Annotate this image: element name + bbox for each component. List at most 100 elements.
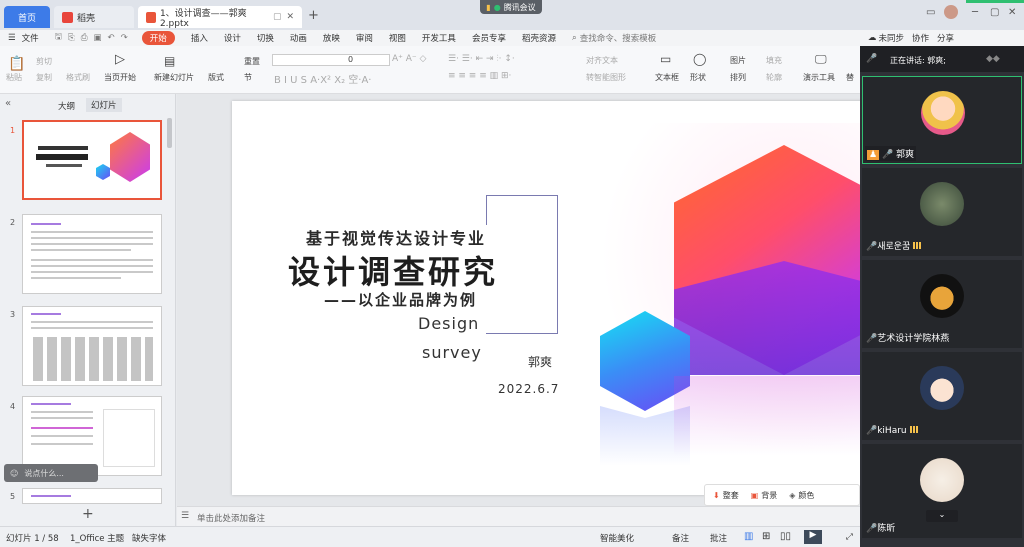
undo-icon[interactable]: ↶ (108, 33, 115, 43)
new-slide-button[interactable]: 新建幻灯片 (154, 72, 194, 83)
font-size-select[interactable]: 0 (348, 55, 353, 64)
present-tools-button[interactable]: 演示工具 (803, 72, 835, 83)
slide-survey-word[interactable]: survey (422, 343, 482, 362)
normal-view-icon[interactable]: ▥ (744, 531, 753, 542)
reset-button[interactable]: 重置 (244, 56, 260, 67)
slide-editor[interactable]: 基于视觉传达设计专业 设计调查研究 ——以企业品牌为例 Design surve… (232, 101, 894, 495)
meeting-indicator[interactable]: ▮ ● 腾讯会议 (480, 0, 542, 14)
align-icons[interactable]: ≡ ≡ ≡ ≡ ▥ ⊞· (448, 71, 511, 81)
play-slideshow-icon[interactable]: ▶ (804, 530, 822, 544)
slide-main-title[interactable]: 设计调查研究 (288, 247, 498, 293)
thumb-scrollbar[interactable] (167, 118, 172, 148)
sorter-view-icon[interactable]: ⊞ (762, 531, 770, 542)
slide-thumb-3[interactable] (22, 306, 162, 386)
textbox-button[interactable]: 文本框 (655, 72, 679, 83)
copy-button[interactable]: 复制 (36, 72, 52, 83)
slide-thumb-5[interactable] (22, 488, 162, 504)
float-background-button[interactable]: 背景 (761, 490, 777, 501)
minimize-icon[interactable]: ─ (972, 7, 978, 18)
slide-thumb-2[interactable] (22, 214, 162, 294)
text-format-icons[interactable]: B I U S A·X² X₂ 空·A· (274, 71, 372, 86)
paste-button[interactable]: 粘贴 (6, 72, 22, 83)
slide-subtitle-bottom[interactable]: ——以企业品牌为例 (324, 289, 477, 310)
tab-slides[interactable]: 幻灯片 (86, 98, 122, 112)
save-icon[interactable]: 🖫 (55, 31, 62, 45)
missing-font-button[interactable]: 缺失字体 (132, 532, 166, 544)
scroll-down-icon[interactable]: ⌄ (926, 510, 958, 522)
slide-design-word[interactable]: Design (418, 314, 479, 333)
layout-button[interactable]: 版式 (208, 72, 224, 83)
notes-button[interactable]: 备注 (672, 532, 689, 544)
smartart-button[interactable]: 转智能图形 (586, 72, 626, 83)
sync-status[interactable]: 未同步 (879, 32, 905, 44)
participant-tile-4[interactable]: 🎤kiHaru (862, 352, 1022, 440)
hamburger-icon[interactable]: ☰ (8, 33, 16, 43)
close-window-icon[interactable]: ✕ (1008, 7, 1016, 18)
collab-button[interactable]: 协作 (912, 32, 929, 44)
participant-tile-2[interactable]: 🎤새로운꿈 (862, 168, 1022, 256)
slide-author[interactable]: 郭爽 (528, 353, 552, 370)
fit-icon[interactable]: ⤢ (846, 532, 853, 542)
menu-devtools[interactable]: 开发工具 (422, 32, 456, 44)
menu-design[interactable]: 设计 (224, 32, 241, 44)
new-tab-icon[interactable]: + (308, 8, 319, 23)
slide-thumb-1[interactable] (22, 120, 162, 200)
tab-home[interactable]: 首页 (4, 6, 50, 28)
menu-transition[interactable]: 切换 (257, 32, 274, 44)
participant-tile-3[interactable]: 🎤艺术设计学院林燕 (862, 260, 1022, 348)
menu-member[interactable]: 会员专享 (472, 32, 506, 44)
tab-pin-icon[interactable]: ▢ (273, 12, 282, 22)
participant-tile-1[interactable]: ♟ 🎤 郭爽 (862, 76, 1022, 164)
menu-slideshow[interactable]: 放映 (323, 32, 340, 44)
menu-start[interactable]: 开始 (141, 31, 175, 45)
fill-button[interactable]: 填充 (766, 55, 782, 66)
tab-close-icon[interactable]: ✕ (286, 12, 294, 22)
reading-view-icon[interactable]: ▯▯ (780, 531, 791, 542)
preview-icon[interactable]: ▣ (94, 33, 102, 43)
comments-button[interactable]: 批注 (710, 532, 727, 544)
grid-icon[interactable]: ◆◆ (986, 54, 1000, 64)
cut-button[interactable]: 剪切 (36, 56, 52, 67)
arrange-button[interactable]: 排列 (730, 72, 746, 83)
redo-icon[interactable]: ↷ (121, 33, 128, 43)
user-avatar[interactable] (944, 5, 958, 19)
section-button[interactable]: 节 (244, 72, 252, 83)
export-icon[interactable]: ⎘ (68, 33, 75, 43)
menu-view[interactable]: 视图 (389, 32, 406, 44)
menu-review[interactable]: 审阅 (356, 32, 373, 44)
float-arrange-button[interactable]: 整套 (723, 490, 739, 501)
tab-outline[interactable]: 大纲 (58, 100, 75, 112)
chat-hint-bubble[interactable]: ☺ 说点什么... (4, 464, 98, 482)
menu-file[interactable]: 文件 (22, 32, 39, 44)
tab-file[interactable]: 1、设计调查——郭爽 2.pptx ▢ ✕ (138, 6, 302, 29)
maximize-icon[interactable]: ▢ (990, 7, 999, 18)
picture-button[interactable]: 图片 (730, 55, 746, 66)
outline-button[interactable]: 轮廓 (766, 72, 782, 83)
menu-docer-resources[interactable]: 稻壳资源 (522, 32, 556, 44)
replace-button[interactable]: 替 (846, 72, 854, 83)
tab-docer[interactable]: 稻壳 (54, 6, 134, 28)
float-color-button[interactable]: 颜色 (798, 490, 814, 501)
theme-name[interactable]: 1_Office 主题 (70, 532, 124, 544)
slide-date[interactable]: 2022.6.7 (498, 382, 559, 396)
text-align-button[interactable]: 对齐文本 (586, 55, 618, 66)
collapse-panel-icon[interactable]: « (5, 98, 11, 109)
beautify-button[interactable]: 智能美化 (600, 532, 634, 544)
menu-insert[interactable]: 插入 (191, 32, 208, 44)
format-painter-button[interactable]: 格式刷 (66, 72, 90, 83)
list-icons[interactable]: ☰· ☰· ⇤ ⇥ ⫶· ↕· (448, 54, 515, 64)
menu-animation[interactable]: 动画 (290, 32, 307, 44)
add-slide-icon[interactable]: + (82, 506, 94, 522)
status-dot-icon: ● (493, 2, 501, 12)
font-family-select[interactable] (272, 54, 390, 66)
font-grow-icon[interactable]: A⁺ A⁻ ◇ (392, 54, 426, 64)
from-current-button[interactable]: 当页开始 (104, 72, 136, 83)
slide-subtitle-top[interactable]: 基于视觉传达设计专业 (306, 225, 486, 249)
share-button[interactable]: 分享 (937, 32, 954, 44)
participant-tile-5[interactable]: ⌄ 🎤陈昕 (862, 444, 1022, 538)
print-icon[interactable]: ⎙ (81, 33, 88, 43)
shape-button[interactable]: 形状 (690, 72, 706, 83)
notes-bar[interactable]: ☰ 单击此处添加备注 (177, 506, 860, 526)
window-layout-icon[interactable]: ▭ (926, 7, 935, 18)
search-input[interactable]: 查找命令、搜索模板 (580, 32, 657, 44)
